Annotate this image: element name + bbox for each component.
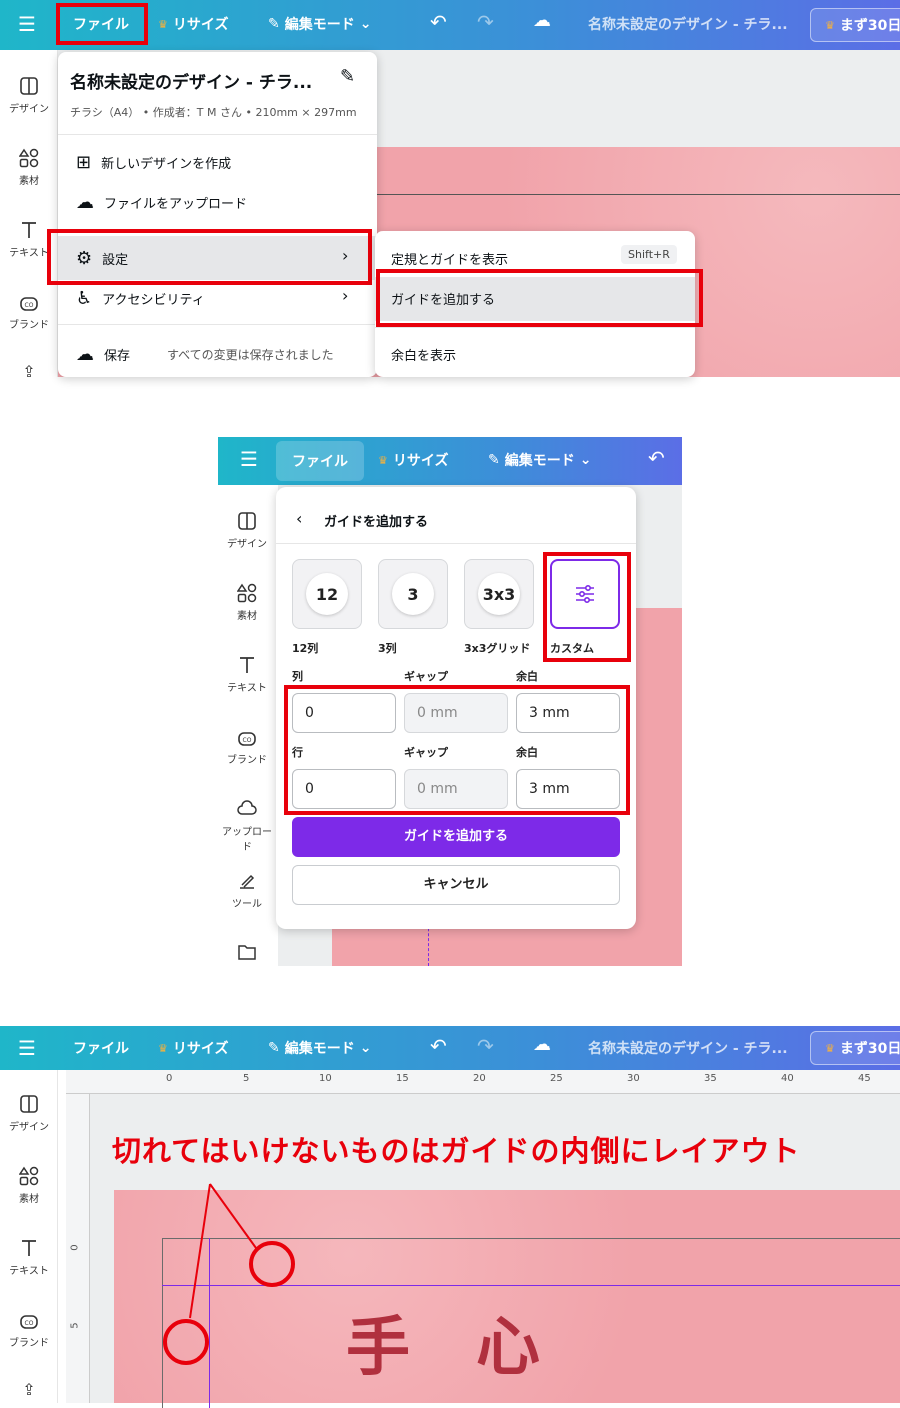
callout-line bbox=[189, 1183, 211, 1319]
callout-circle bbox=[163, 1319, 209, 1365]
callout-circle bbox=[249, 1241, 295, 1287]
annotation-callout bbox=[163, 1183, 295, 1365]
callout-line bbox=[209, 1183, 257, 1249]
